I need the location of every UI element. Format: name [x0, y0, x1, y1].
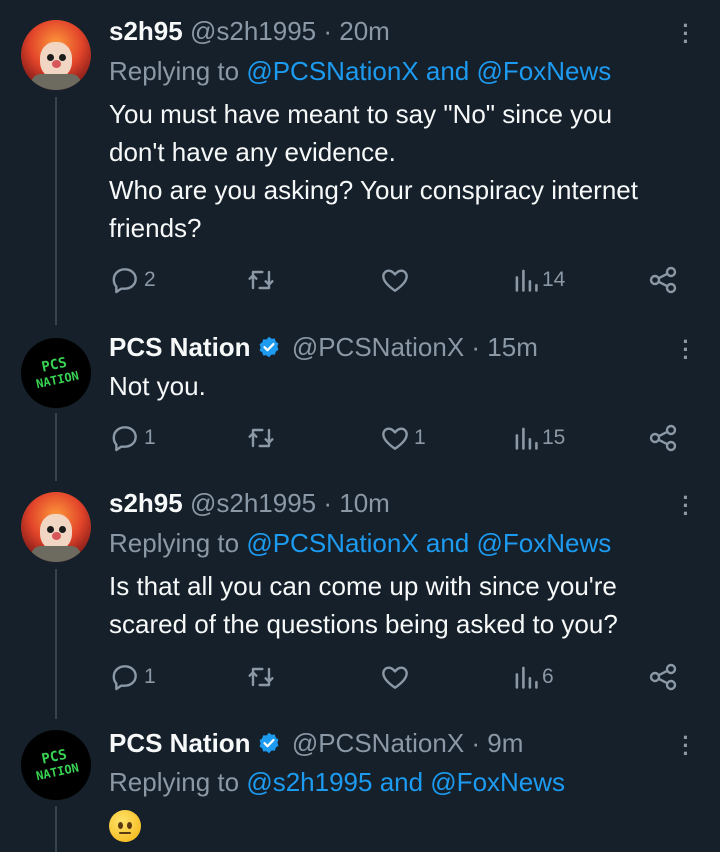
- tweet-line: You must have meant to say "No" since yo…: [109, 99, 613, 129]
- replying-to: Replying to @PCSNationX and @FoxNews: [109, 528, 611, 558]
- like-icon: [382, 427, 408, 450]
- avatar[interactable]: PCS NATION: [21, 730, 91, 800]
- share-button[interactable]: [647, 661, 679, 693]
- views-button[interactable]: 6: [513, 661, 554, 693]
- tweet-header: PCS Nation @PCSNationX · 15m: [109, 332, 538, 362]
- handle[interactable]: @s2h1995: [190, 16, 316, 46]
- tweet-actions: 1 6: [109, 661, 689, 693]
- views-button[interactable]: 14: [513, 264, 565, 296]
- share-icon: [649, 424, 677, 452]
- retweet-icon: [248, 667, 274, 687]
- replying-to: Replying to @s2h1995 and @FoxNews: [109, 767, 565, 797]
- replying-to: Replying to @PCSNationX and @FoxNews: [109, 56, 611, 86]
- tweet-line: Who are you asking? Your conspiracy inte…: [109, 175, 638, 205]
- handle[interactable]: @PCSNationX: [292, 332, 464, 362]
- reply-count: 1: [144, 426, 156, 449]
- replying-to-link[interactable]: @PCSNationX and @FoxNews: [246, 56, 611, 86]
- share-button[interactable]: [647, 422, 679, 454]
- replying-to-link[interactable]: @s2h1995 and @FoxNews: [246, 767, 565, 797]
- replying-prefix: Replying to: [109, 767, 240, 797]
- tweet[interactable]: PCS NATION PCS Nation @PCSNationX · 9m ·…: [0, 720, 720, 852]
- share-icon: [649, 266, 677, 294]
- tweet[interactable]: s2h95 @s2h1995 · 10m · · · Replying to @PC…: [0, 480, 720, 720]
- display-name[interactable]: s2h95: [109, 488, 183, 518]
- views-count: 6: [542, 665, 554, 688]
- handle[interactable]: @s2h1995: [190, 488, 316, 518]
- tweet-line: Is that all you can come up with since y…: [109, 571, 617, 601]
- like-button[interactable]: 1: [379, 422, 426, 454]
- retweet-icon: [248, 270, 274, 290]
- like-icon: [382, 666, 408, 689]
- views-count: 15: [542, 426, 566, 449]
- pcs-nation-logo: PCS NATION: [35, 747, 80, 783]
- more-icon[interactable]: · · ·: [676, 331, 696, 369]
- logo-text: NATION: [35, 760, 80, 783]
- tweet-header: s2h95 @s2h1995 · 10m: [109, 488, 390, 518]
- tweet-actions: 1 1 15: [109, 422, 689, 454]
- share-icon: [649, 663, 677, 691]
- reply-count: 2: [144, 268, 156, 291]
- handle[interactable]: @PCSNationX: [292, 728, 464, 758]
- reply-icon: [112, 268, 137, 294]
- reply-icon: [112, 426, 137, 452]
- timestamp[interactable]: · 15m: [471, 332, 537, 362]
- like-count: 1: [414, 426, 426, 449]
- logo-text: NATION: [35, 368, 80, 391]
- like-icon: [382, 269, 408, 292]
- timestamp[interactable]: · 10m: [323, 488, 389, 518]
- retweet-button[interactable]: [245, 264, 277, 296]
- views-count: 14: [542, 268, 566, 291]
- tweet-line: don't have any evidence.: [109, 137, 396, 167]
- like-button[interactable]: [379, 661, 411, 693]
- reply-icon: [112, 665, 137, 691]
- tweet-line: friends?: [109, 213, 202, 243]
- tweet[interactable]: PCS NATION PCS Nation @PCSNationX · 15m …: [0, 320, 720, 480]
- views-icon: [515, 666, 538, 689]
- more-icon[interactable]: · · ·: [676, 487, 696, 525]
- display-name[interactable]: s2h95: [109, 16, 183, 46]
- retweet-button[interactable]: [245, 422, 277, 454]
- neutral-face-emoji-icon: [109, 810, 141, 842]
- avatar[interactable]: [21, 20, 91, 90]
- tweet-actions: 2 14: [109, 264, 689, 296]
- tweet-line: scared of the questions being asked to y…: [109, 609, 618, 639]
- timestamp[interactable]: · 20m: [323, 16, 389, 46]
- verified-badge-icon: [259, 336, 278, 358]
- more-icon[interactable]: · · ·: [676, 727, 696, 765]
- tweet-text: Is that all you can come up with since y…: [109, 567, 699, 643]
- like-button[interactable]: [379, 264, 411, 296]
- tweet-line: Not you.: [109, 371, 206, 401]
- share-button[interactable]: [647, 264, 679, 296]
- tweet-header: s2h95 @s2h1995 · 20m: [109, 16, 390, 46]
- retweet-button[interactable]: [245, 661, 277, 693]
- verified-badge-icon: [259, 732, 278, 754]
- replying-to-link[interactable]: @PCSNationX and @FoxNews: [246, 528, 611, 558]
- views-icon: [515, 269, 538, 292]
- tweet[interactable]: s2h95 @s2h1995 · 20m · · · Replying to @PC…: [0, 0, 720, 320]
- avatar[interactable]: PCS NATION: [21, 338, 91, 408]
- views-button[interactable]: 15: [513, 422, 565, 454]
- reply-count: 1: [144, 665, 156, 688]
- tweet-text: You must have meant to say "No" since yo…: [109, 95, 699, 247]
- display-name[interactable]: PCS Nation: [109, 728, 251, 758]
- avatar[interactable]: [21, 492, 91, 562]
- tweet-header: PCS Nation @PCSNationX · 9m: [109, 728, 523, 758]
- reply-button[interactable]: 2: [109, 264, 156, 296]
- timestamp[interactable]: · 9m: [471, 728, 523, 758]
- views-icon: [515, 427, 538, 450]
- more-icon[interactable]: · · ·: [676, 15, 696, 53]
- display-name[interactable]: PCS Nation: [109, 332, 251, 362]
- reply-button[interactable]: 1: [109, 422, 156, 454]
- tweet-text: Not you.: [109, 367, 699, 405]
- pcs-nation-logo: PCS NATION: [35, 355, 80, 391]
- replying-prefix: Replying to: [109, 56, 240, 86]
- replying-prefix: Replying to: [109, 528, 240, 558]
- retweet-icon: [248, 428, 274, 448]
- reply-button[interactable]: 1: [109, 661, 156, 693]
